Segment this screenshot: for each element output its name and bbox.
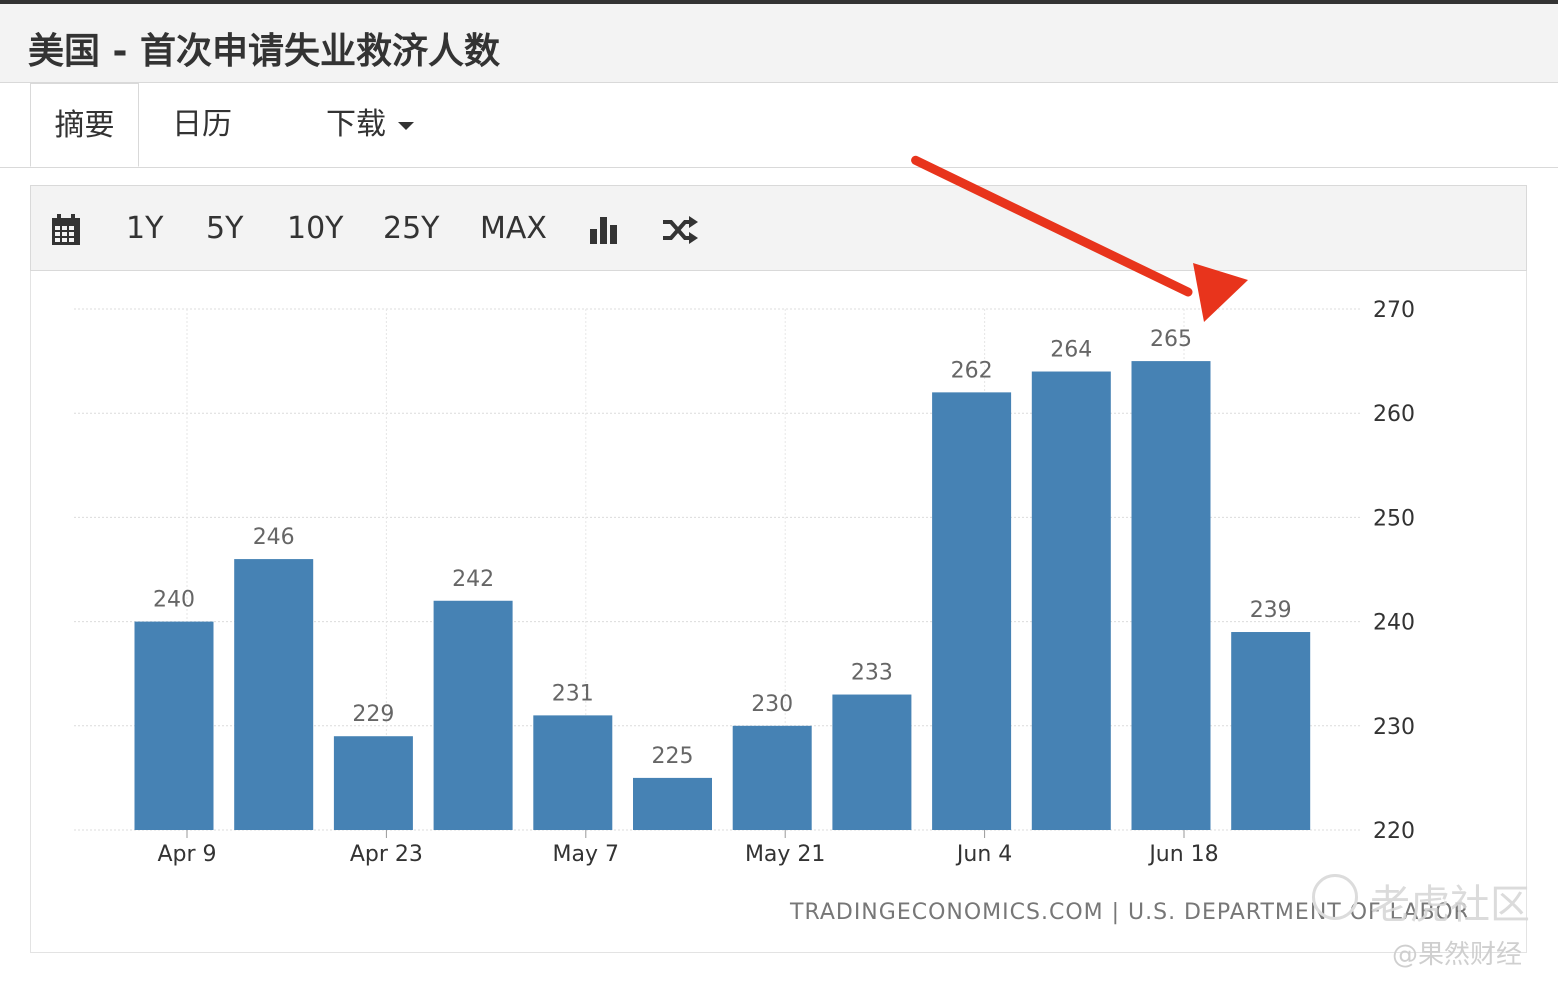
watermark-logo-icon — [1312, 874, 1358, 920]
y-tick-label: 270 — [1373, 298, 1415, 323]
bar-value-label: 229 — [352, 702, 394, 727]
bar — [633, 777, 712, 830]
x-tick-label: May 7 — [553, 842, 619, 867]
x-tick-label: Apr 9 — [157, 842, 216, 867]
bar-value-label: 239 — [1250, 598, 1292, 623]
bar — [533, 715, 613, 830]
watermark-author: @果然财经 — [1392, 940, 1523, 970]
x-tick-label: May 21 — [745, 842, 825, 867]
bar-value-label: 230 — [751, 692, 793, 717]
bar-value-label: 225 — [652, 744, 694, 769]
bar — [433, 600, 513, 830]
x-tick-label: Jun 4 — [955, 842, 1012, 867]
bar-chart: 270 260 250 240 230 220 Apr 9 Apr 23 May 7 May 21… — [74, 155, 1415, 867]
source-attribution: TRADINGECONOMICS.COM | U.S. DEPARTMENT O… — [790, 900, 1470, 925]
bar — [832, 694, 912, 830]
watermark-logo-text: 老虎社区 — [1370, 882, 1530, 928]
y-tick-label: 220 — [1373, 819, 1415, 844]
bar — [134, 621, 214, 830]
bar-value-label: 231 — [552, 681, 594, 706]
y-tick-label: 250 — [1373, 506, 1415, 531]
bar-value-label: 265 — [1150, 327, 1192, 352]
x-tick-label: Jun 18 — [1147, 842, 1218, 867]
bar — [333, 736, 413, 830]
y-tick-label: 260 — [1373, 402, 1415, 427]
bar-value-label: 264 — [1050, 338, 1092, 363]
bar — [932, 392, 1012, 830]
annotation-arrow-head — [1193, 263, 1248, 322]
bar-value-label: 240 — [153, 588, 195, 613]
bar — [1231, 632, 1311, 830]
bar-value-label: 262 — [951, 358, 993, 383]
bar-value-label: 233 — [851, 661, 893, 686]
bar — [1031, 371, 1111, 830]
bar — [732, 725, 812, 830]
bar-value-label: 242 — [452, 567, 494, 592]
y-tick-label: 240 — [1373, 611, 1415, 636]
y-tick-label: 230 — [1373, 715, 1415, 740]
bar — [234, 559, 314, 830]
bar-value-label: 246 — [253, 525, 295, 550]
bar — [1131, 361, 1211, 830]
x-tick-label: Apr 23 — [350, 842, 423, 867]
annotation-arrow-shaft — [911, 155, 1193, 297]
